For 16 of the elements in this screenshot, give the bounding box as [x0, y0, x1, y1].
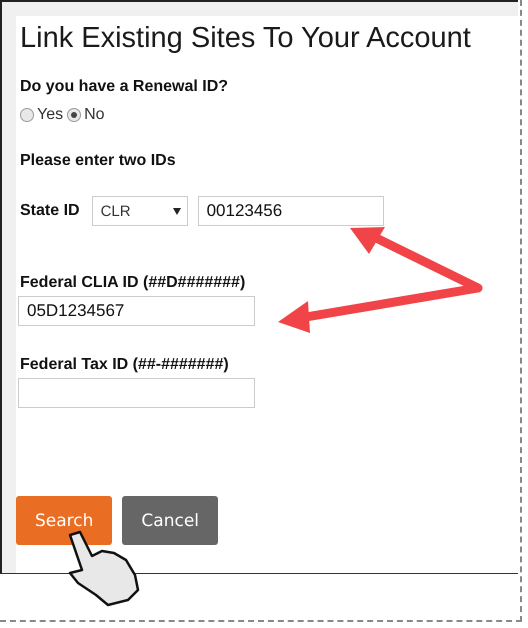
field-label: State ID: [20, 202, 80, 220]
instruction-text: Please enter two IDs: [20, 152, 177, 170]
field-label: Federal Tax ID (##-#######): [20, 356, 230, 374]
state-id-input[interactable]: 00123456: [198, 196, 384, 226]
input-field[interactable]: 05D1234567: [18, 296, 255, 326]
dropdown-caret-icon: [172, 208, 181, 214]
page-title: Link Existing Sites To Your Account: [20, 21, 472, 56]
cancel-button[interactable]: Cancel: [122, 496, 218, 545]
radio-label: Yes: [37, 106, 64, 124]
state-select[interactable]: CLR: [92, 196, 188, 226]
field-label: Federal CLIA ID (##D#######): [20, 274, 246, 292]
radio-button[interactable]: [67, 108, 82, 122]
renewal-question: Do you have a Renewal ID?: [20, 78, 230, 96]
input-field[interactable]: [18, 378, 255, 408]
radio-button[interactable]: [20, 108, 34, 122]
radio-label: No: [84, 106, 105, 124]
